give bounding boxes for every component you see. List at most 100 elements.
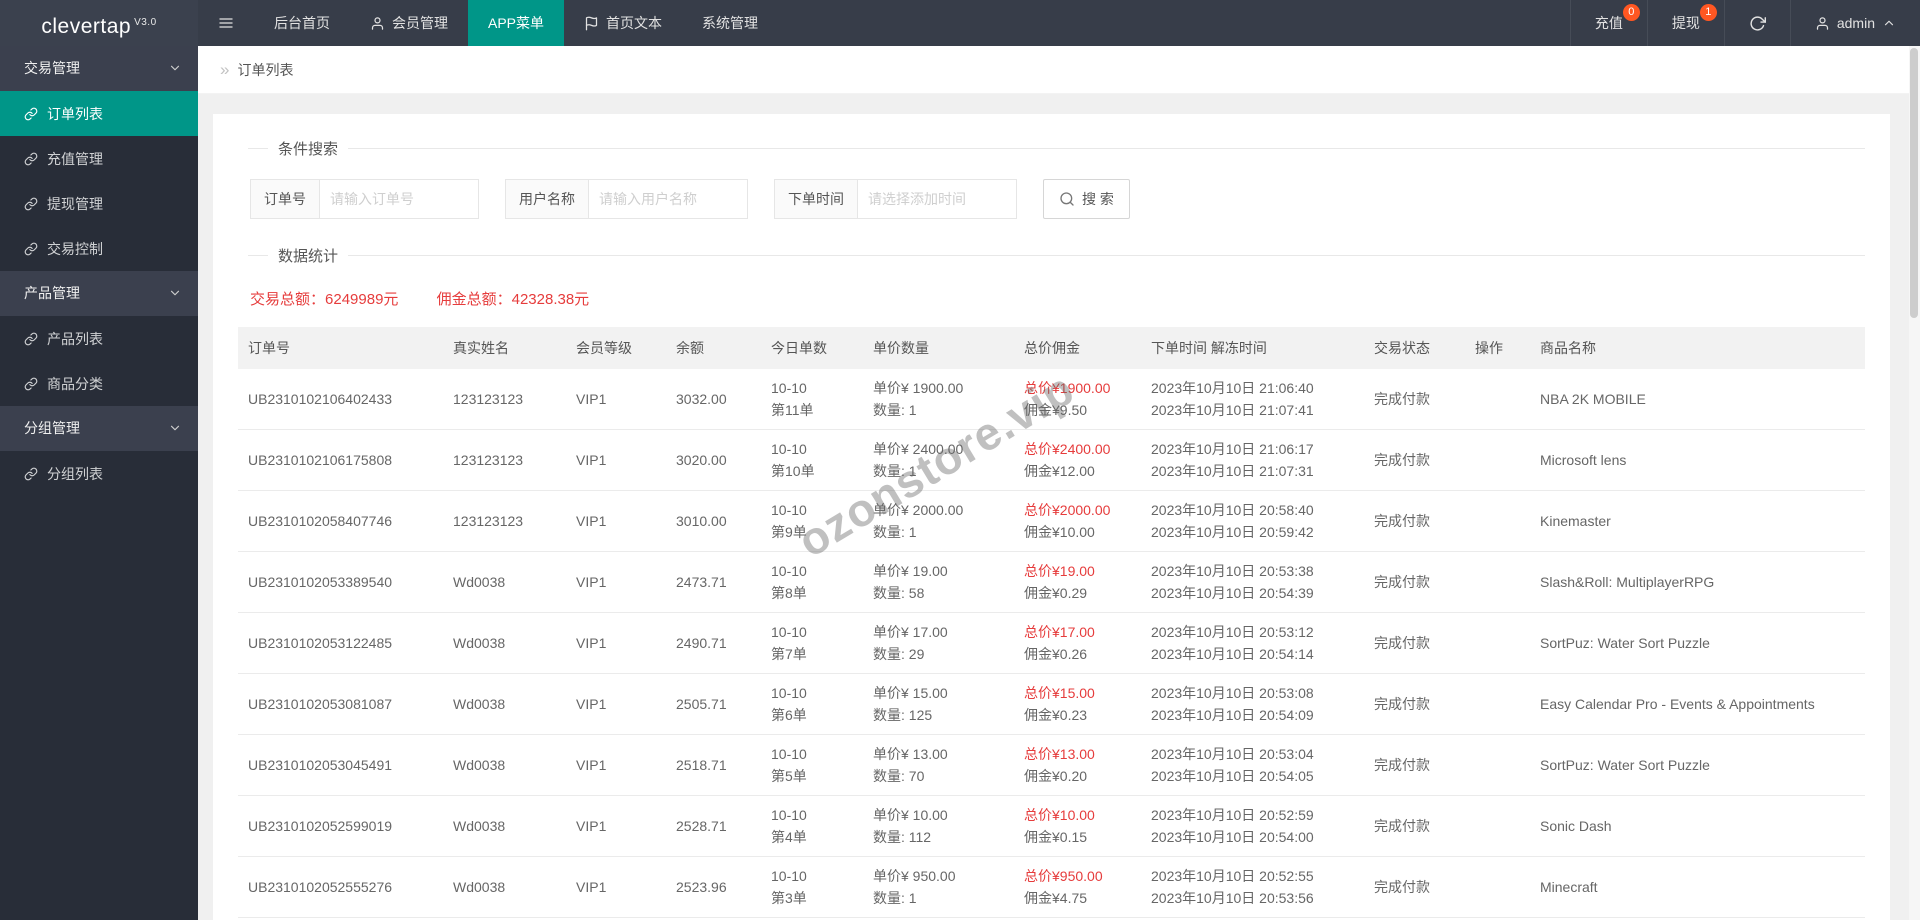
search-button-label: 搜 索 bbox=[1082, 191, 1114, 207]
link-icon bbox=[24, 332, 38, 346]
order-times: 2023年10月10日 20:52:55 2023年10月10日 20:53:56 bbox=[1141, 856, 1364, 918]
sidebar-group-交易管理[interactable]: 交易管理 bbox=[0, 46, 198, 91]
total-commission: 总价¥950.00 佣金¥4.75 bbox=[1014, 856, 1141, 918]
order-times: 2023年10月10日 21:06:17 2023年10月10日 21:07:31 bbox=[1141, 429, 1364, 491]
sidebar-item-label: 提现管理 bbox=[47, 195, 103, 212]
balance: 3032.00 bbox=[666, 369, 761, 430]
daily-orders: 10-10 第5单 bbox=[761, 734, 863, 796]
commission-total-stat: 佣金总额：42328.38元 bbox=[436, 291, 590, 308]
sidebar-group-label: 分组管理 bbox=[24, 420, 80, 436]
price-qty: 单价¥ 17.00 数量: 29 bbox=[863, 612, 1014, 674]
order-no: UB2310102053122485 bbox=[238, 612, 443, 674]
column-header: 真实姓名 bbox=[443, 327, 566, 369]
order-time-input[interactable] bbox=[858, 180, 1016, 218]
column-header: 操作 bbox=[1465, 327, 1530, 369]
refresh-icon bbox=[1749, 15, 1766, 32]
order-times: 2023年10月10日 20:53:38 2023年10月10日 20:54:39 bbox=[1141, 551, 1364, 613]
order-times: 2023年10月10日 21:06:40 2023年10月10日 21:07:41 bbox=[1141, 369, 1364, 430]
nav-item-首页文本[interactable]: 首页文本 bbox=[564, 0, 682, 46]
username-input[interactable] bbox=[589, 180, 747, 218]
sidebar-group-分组管理[interactable]: 分组管理 bbox=[0, 406, 198, 451]
username-field-label: 用户名称 bbox=[506, 180, 589, 218]
order-no-input[interactable] bbox=[320, 180, 478, 218]
navbar-actions: 充值 0 提现 1 admin bbox=[1569, 0, 1920, 46]
balance: 2505.71 bbox=[666, 673, 761, 735]
daily-orders: 10-10 第10单 bbox=[761, 429, 863, 491]
action-充值[interactable]: 充值 0 bbox=[1569, 0, 1647, 46]
balance: 2528.71 bbox=[666, 795, 761, 857]
nav-item-后台首页[interactable]: 后台首页 bbox=[254, 0, 350, 46]
user-menu[interactable]: admin bbox=[1789, 0, 1920, 46]
content-area: » 订单列表 条件搜索 订单号 用户名称 下单时间 搜 索 bbox=[198, 46, 1920, 920]
sidebar-toggle-button[interactable] bbox=[198, 0, 254, 46]
real-name: Wd0038 bbox=[443, 856, 566, 918]
table-row: UB2310102052555276 Wd0038 VIP1 2523.96 10-10… bbox=[238, 856, 1865, 918]
sidebar-item-订单列表[interactable]: 订单列表 bbox=[0, 91, 198, 136]
nav-item-label: 后台首页 bbox=[274, 15, 330, 31]
order-table-body: UB2310102106402433 123123123 VIP1 3032.00 10… bbox=[238, 369, 1865, 920]
actions bbox=[1465, 856, 1530, 918]
price-qty: 单价¥ 950.00 数量: 1 bbox=[863, 856, 1014, 918]
sidebar-item-label: 分组列表 bbox=[47, 465, 103, 482]
balance: 2523.96 bbox=[666, 856, 761, 918]
sidebar-item-提现管理[interactable]: 提现管理 bbox=[0, 181, 198, 226]
real-name: 123123123 bbox=[443, 369, 566, 430]
sidebar-item-交易控制[interactable]: 交易控制 bbox=[0, 226, 198, 271]
sidebar-item-充值管理[interactable]: 充值管理 bbox=[0, 136, 198, 181]
sidebar-item-分组列表[interactable]: 分组列表 bbox=[0, 451, 198, 496]
vip-level: VIP1 bbox=[566, 551, 666, 613]
sidebar-group-label: 产品管理 bbox=[24, 285, 80, 301]
total-commission: 总价¥2400.00 佣金¥12.00 bbox=[1014, 429, 1141, 491]
order-no: UB2310102052599019 bbox=[238, 795, 443, 857]
scrollbar[interactable] bbox=[1909, 46, 1920, 920]
column-header: 会员等级 bbox=[566, 327, 666, 369]
refresh-button[interactable] bbox=[1723, 0, 1790, 46]
search-button[interactable]: 搜 索 bbox=[1043, 179, 1130, 219]
daily-orders: 10-10 第8单 bbox=[761, 551, 863, 613]
daily-orders: 10-10 第3单 bbox=[761, 856, 863, 918]
trade-status: 完成付款 bbox=[1364, 490, 1465, 552]
link-icon bbox=[24, 107, 38, 121]
nav-item-APP菜单[interactable]: APP菜单 bbox=[468, 0, 565, 46]
user-icon bbox=[1815, 16, 1830, 31]
daily-orders: 10-10 第7单 bbox=[761, 612, 863, 674]
daily-orders: 10-10 第4单 bbox=[761, 795, 863, 857]
brand-name: clevertap bbox=[41, 15, 132, 38]
trade-status: 完成付款 bbox=[1364, 795, 1465, 857]
menu-icon bbox=[218, 15, 234, 31]
action-提现[interactable]: 提现 1 bbox=[1646, 0, 1724, 46]
action-label: 提现 bbox=[1671, 15, 1700, 31]
column-header: 单价数量 bbox=[863, 327, 1014, 369]
real-name: Wd0038 bbox=[443, 795, 566, 857]
username: admin bbox=[1836, 15, 1875, 31]
sidebar-group-产品管理[interactable]: 产品管理 bbox=[0, 271, 198, 316]
table-row: UB2310102106175808 123123123 VIP1 3020.00 10… bbox=[238, 429, 1865, 491]
sidebar-group-label: 交易管理 bbox=[24, 60, 80, 76]
search-fieldset: 条件搜索 bbox=[248, 138, 1865, 159]
scrollbar-thumb[interactable] bbox=[1910, 48, 1918, 318]
user-icon bbox=[370, 16, 385, 31]
order-no: UB2310102053081087 bbox=[238, 673, 443, 735]
product-name: Microsoft lens bbox=[1530, 429, 1865, 491]
brand-logo[interactable]: clevertap V3.0 bbox=[0, 0, 198, 46]
real-name: 123123123 bbox=[443, 490, 566, 552]
link-icon bbox=[24, 242, 38, 256]
daily-orders: 10-10 第6单 bbox=[761, 673, 863, 735]
nav-item-会员管理[interactable]: 会员管理 bbox=[350, 0, 468, 46]
price-qty: 单价¥ 2400.00 数量: 1 bbox=[863, 429, 1014, 491]
breadcrumb-arrow-icon: » bbox=[220, 59, 230, 79]
product-name: Sonic Dash bbox=[1530, 795, 1865, 857]
trade-status: 完成付款 bbox=[1364, 673, 1465, 735]
vip-level: VIP1 bbox=[566, 795, 666, 857]
column-header: 订单号 bbox=[238, 327, 443, 369]
table-row: UB2310102052599019 Wd0038 VIP1 2528.71 10-10… bbox=[238, 795, 1865, 857]
flag-icon bbox=[584, 16, 599, 31]
total-amount-value: 6249989元 bbox=[325, 291, 399, 308]
order-times: 2023年10月10日 20:53:04 2023年10月10日 20:54:05 bbox=[1141, 734, 1364, 796]
sidebar-item-产品列表[interactable]: 产品列表 bbox=[0, 316, 198, 361]
sidebar-item-商品分类[interactable]: 商品分类 bbox=[0, 361, 198, 406]
nav-item-系统管理[interactable]: 系统管理 bbox=[682, 0, 778, 46]
nav-item-label: 系统管理 bbox=[702, 15, 759, 31]
actions bbox=[1465, 490, 1530, 552]
total-commission: 总价¥1900.00 佣金¥9.50 bbox=[1014, 369, 1141, 430]
